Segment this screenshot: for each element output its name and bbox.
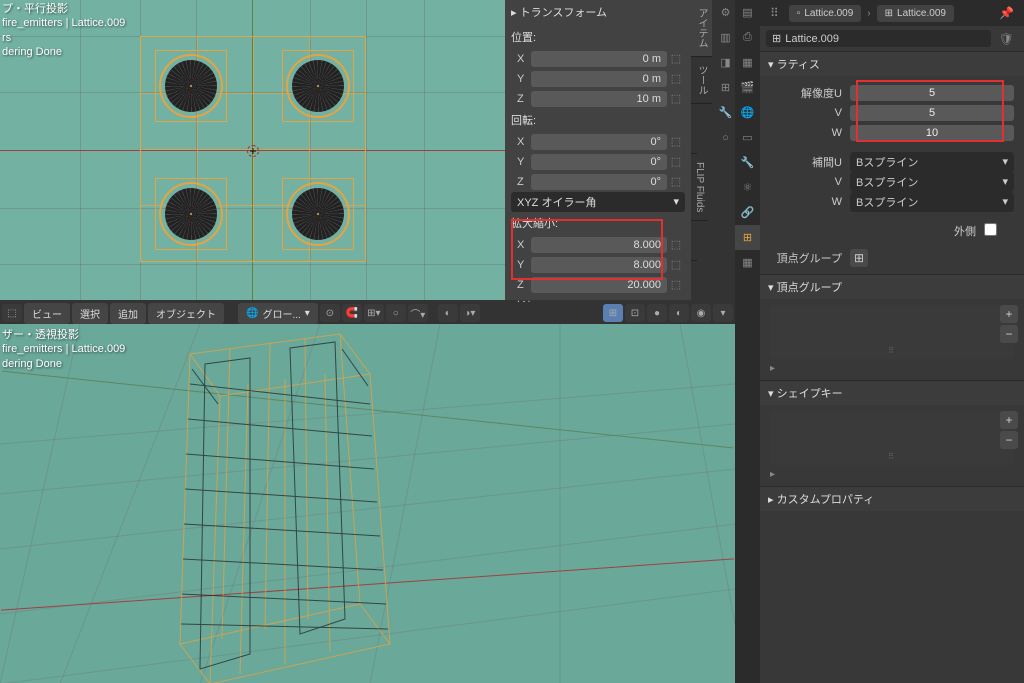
overlay-icon[interactable]: ◑▾ — [460, 304, 480, 322]
lock-icon[interactable]: ⬚ — [667, 72, 685, 85]
scale-z[interactable]: 20.000 — [531, 277, 667, 293]
lock-icon[interactable]: ⬚ — [667, 52, 685, 65]
shading-preview-icon[interactable]: ◐ — [669, 304, 689, 322]
tab-object-icon[interactable]: ▭ — [735, 125, 760, 150]
menu-view[interactable]: ビュー — [24, 303, 70, 324]
tab-world-icon[interactable]: 🌐 — [735, 100, 760, 125]
lock-icon[interactable]: ⬚ — [667, 155, 685, 168]
lock-icon[interactable]: ⬚ — [667, 175, 685, 188]
remove-button[interactable]: − — [1000, 431, 1018, 449]
tab-output-icon[interactable]: ⎙ — [735, 25, 760, 50]
panel-header-vertex-groups[interactable]: ▾ 頂点グループ — [760, 275, 1024, 299]
lattice-3d-wireframe[interactable] — [130, 324, 470, 683]
breadcrumb-object[interactable]: ▫ Lattice.009 — [789, 5, 861, 22]
add-button[interactable]: + — [1000, 305, 1018, 323]
fan-object[interactable] — [159, 54, 223, 118]
scale-label: 拡大縮小: — [511, 212, 685, 234]
xray-icon[interactable]: ⊞ — [603, 304, 623, 322]
menu-add[interactable]: 追加 — [110, 303, 146, 324]
gizmo-icon[interactable]: ◐ — [438, 304, 458, 322]
tab-data-lattice-icon[interactable]: ⊞ — [735, 225, 760, 250]
shading-solid-icon[interactable]: ● — [647, 304, 667, 322]
add-button[interactable]: + — [1000, 411, 1018, 429]
pos-x[interactable]: 0 m — [531, 51, 667, 67]
list-filter[interactable]: ▸ — [770, 469, 1014, 480]
resolution-w[interactable]: 10 — [850, 125, 1014, 141]
rot-x[interactable]: 0° — [531, 134, 667, 150]
tab-physics-icon[interactable]: ⚛ — [735, 175, 760, 200]
proportional-icon[interactable]: ○ — [386, 304, 406, 322]
fake-user-icon[interactable]: 🛡 — [995, 32, 1018, 46]
interp-u-dropdown[interactable]: Bスプライン▾ — [850, 152, 1014, 172]
n-panel-tabs: アイテム ツール FLIP Fluids — [691, 0, 713, 300]
menu-object[interactable]: オブジェクト — [148, 303, 224, 324]
transform-panel: ▸ トランスフォーム 位置: X0 m⬚ Y0 m⬚ Z10 m⬚ 回転: X0… — [505, 0, 691, 300]
rotation-label: 回転: — [511, 109, 685, 131]
rotation-mode-dropdown[interactable]: XYZ オイラー角▾ — [511, 192, 685, 212]
tab-item[interactable]: アイテム — [691, 0, 712, 57]
tab-view-icon[interactable]: ▦ — [735, 50, 760, 75]
interp-v-dropdown[interactable]: Bスプライン▾ — [850, 172, 1014, 192]
shading-wireframe-icon[interactable]: ⊡ — [625, 304, 645, 322]
shading-dropdown-icon[interactable]: ▾ — [713, 304, 733, 322]
rot-z[interactable]: 0° — [531, 174, 667, 190]
grip-icon[interactable]: ⠿ — [766, 4, 783, 22]
menu-select[interactable]: 選択 — [72, 303, 108, 324]
transform-orientation-dropdown[interactable]: 🌐 グロー... ▾ — [238, 303, 318, 324]
vertex-groups-list[interactable]: ⠿ — [770, 305, 1014, 359]
lock-icon[interactable]: ⬚ — [667, 278, 685, 291]
panel-header-custom-props[interactable]: ▸ カスタムプロパティ — [760, 487, 1024, 511]
position-label: 位置: — [511, 26, 685, 48]
resolution-v[interactable]: 5 — [850, 105, 1014, 121]
proportional-type-icon[interactable]: ⌒▾ — [408, 304, 428, 322]
lock-icon[interactable]: ⬚ — [667, 258, 685, 271]
editor-type-icon[interactable]: ⬚ — [2, 304, 22, 322]
lock-icon[interactable]: ⬚ — [667, 135, 685, 148]
breadcrumb-data[interactable]: ⊞ Lattice.009 — [877, 5, 954, 22]
panel-header-lattice[interactable]: ▾ ラティス — [760, 52, 1024, 76]
snap-target-icon[interactable]: ⊞▾ — [364, 304, 384, 322]
viewport-top-orthographic[interactable]: プ・平行投影 fire_emitters | Lattice.009 rs de… — [0, 0, 505, 300]
remove-button[interactable]: − — [1000, 325, 1018, 343]
fan-object[interactable] — [159, 182, 223, 246]
pos-z[interactable]: 10 m — [531, 91, 667, 107]
pivot-icon[interactable]: ⊙ — [320, 304, 340, 322]
tab-modifier-icon[interactable]: 🔧 — [735, 150, 760, 175]
shading-rendered-icon[interactable]: ◉ — [691, 304, 711, 322]
fan-object[interactable] — [286, 182, 350, 246]
viewport-info: ザー・透視投影 fire_emitters | Lattice.009 deri… — [2, 328, 125, 371]
lock-icon[interactable]: ⬚ — [667, 238, 685, 251]
panel-header-transform[interactable]: ▸ トランスフォーム — [505, 0, 691, 24]
rot-y[interactable]: 0° — [531, 154, 667, 170]
lock-icon[interactable]: ⬚ — [667, 92, 685, 105]
fan-object[interactable] — [286, 54, 350, 118]
tab-texture-icon[interactable]: ▦ — [735, 250, 760, 275]
vertex-group-selector[interactable]: ⊞ — [850, 249, 868, 267]
pos-y[interactable]: 0 m — [531, 71, 667, 87]
scale-y[interactable]: 8.000 — [531, 257, 667, 273]
shape-keys-list[interactable]: ⠿ — [770, 411, 1014, 465]
pin-icon[interactable]: 📌 — [995, 6, 1018, 20]
tab-flip[interactable]: FLIP Fluids — [691, 154, 708, 221]
lattice-icon: ⊞ — [772, 32, 781, 45]
outside-checkbox[interactable] — [984, 223, 997, 236]
3d-cursor — [244, 142, 262, 160]
viewport-info: プ・平行投影 fire_emitters | Lattice.009 rs de… — [2, 2, 125, 59]
panel-header-shape-keys[interactable]: ▾ シェイプキー — [760, 381, 1024, 405]
viewport-perspective[interactable]: ⬚ ビュー 選択 追加 オブジェクト 🌐 グロー... ▾ ⊙ 🧲 ⊞▾ ○ ⌒… — [0, 302, 735, 683]
tab-scene-icon[interactable]: 🎬 — [735, 75, 760, 100]
interp-w-dropdown[interactable]: Bスプライン▾ — [850, 192, 1014, 212]
scale-x[interactable]: 8.000 — [531, 237, 667, 253]
tab-constraint-icon[interactable]: 🔗 — [735, 200, 760, 225]
snap-icon[interactable]: 🧲 — [342, 304, 362, 322]
list-filter[interactable]: ▸ — [770, 363, 1014, 374]
tab-render-icon[interactable]: ▤ — [735, 0, 760, 25]
tab-tool[interactable]: ツール — [691, 57, 712, 104]
resolution-u[interactable]: 5 — [850, 85, 1014, 101]
properties-tabs: ▤ ⎙ ▦ 🎬 🌐 ▭ 🔧 ⚛ 🔗 ⊞ ▦ — [735, 0, 760, 683]
properties-header: ⠿ ▫ Lattice.009 › ⊞ Lattice.009 📌 — [760, 0, 1024, 26]
datablock-selector[interactable]: ⊞ Lattice.009 — [766, 30, 991, 47]
